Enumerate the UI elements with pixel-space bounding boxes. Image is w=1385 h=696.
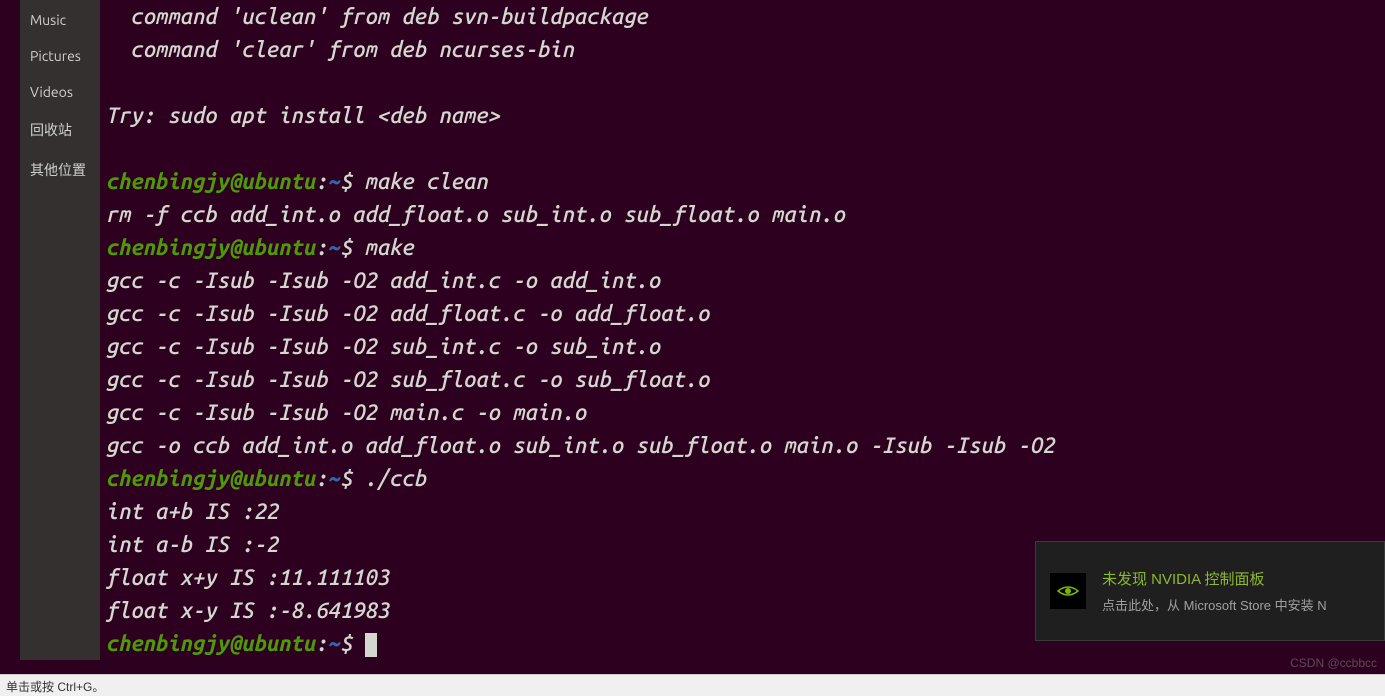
- sidebar-item-other-locations[interactable]: 其他位置: [20, 150, 100, 190]
- file-sidebar: Music Pictures Videos 回收站 其他位置: [20, 0, 100, 660]
- prompt-path: ~: [328, 631, 340, 656]
- terminal-line: command 'clear' from deb ncurses-bin: [106, 33, 1379, 66]
- terminal-line: gcc -c -Isub -Isub -O2 add_int.c -o add_…: [106, 264, 1379, 297]
- terminal-line: chenbingjy@ubuntu:~$ ./ccb: [106, 462, 1379, 495]
- terminal-line: command 'uclean' from deb svn-buildpacka…: [106, 0, 1379, 33]
- sidebar-item-pictures[interactable]: Pictures: [20, 38, 100, 74]
- launcher-strip: [0, 0, 20, 660]
- sidebar-item-videos[interactable]: Videos: [20, 74, 100, 110]
- sidebar-item-label: Music: [30, 12, 66, 28]
- watermark: CSDN @ccbbcc: [1290, 656, 1377, 670]
- prompt-command: ./ccb: [365, 466, 427, 491]
- status-text: 单击或按 Ctrl+G。: [6, 680, 104, 694]
- prompt-command: make clean: [365, 169, 488, 194]
- sidebar-item-label: Videos: [30, 84, 73, 100]
- nvidia-notification[interactable]: 未发现 NVIDIA 控制面板 点击此处，从 Microsoft Store 中…: [1035, 541, 1385, 641]
- prompt-user: chenbingjy@ubuntu: [106, 631, 315, 656]
- terminal-line: gcc -c -Isub -Isub -O2 sub_int.c -o sub_…: [106, 330, 1379, 363]
- terminal-line: rm -f ccb add_int.o add_float.o sub_int.…: [106, 198, 1379, 231]
- terminal-line: gcc -c -Isub -Isub -O2 main.c -o main.o: [106, 396, 1379, 429]
- status-bar: 单击或按 Ctrl+G。: [0, 674, 1385, 696]
- prompt-user: chenbingjy@ubuntu: [106, 169, 315, 194]
- prompt-path: ~: [328, 466, 340, 491]
- notification-body: 点击此处，从 Microsoft Store 中安装 N: [1102, 595, 1370, 614]
- notification-text: 未发现 NVIDIA 控制面板 点击此处，从 Microsoft Store 中…: [1102, 568, 1370, 614]
- terminal-line: [106, 132, 1379, 165]
- prompt-user: chenbingjy@ubuntu: [106, 235, 315, 260]
- notification-title: 未发现 NVIDIA 控制面板: [1102, 568, 1370, 589]
- nvidia-icon: [1050, 573, 1086, 609]
- sidebar-item-music[interactable]: Music: [20, 2, 100, 38]
- prompt-path: ~: [328, 169, 340, 194]
- terminal-line: chenbingjy@ubuntu:~$ make: [106, 231, 1379, 264]
- prompt-command: make: [365, 235, 414, 260]
- sidebar-item-trash[interactable]: 回收站: [20, 110, 100, 150]
- terminal-cursor: [365, 633, 377, 657]
- sidebar-item-label: 其他位置: [30, 160, 86, 180]
- sidebar-item-label: Pictures: [30, 48, 81, 64]
- terminal-line: int a+b IS :22: [106, 495, 1379, 528]
- sidebar-item-label: 回收站: [30, 120, 72, 140]
- terminal-line: gcc -c -Isub -Isub -O2 sub_float.c -o su…: [106, 363, 1379, 396]
- prompt-user: chenbingjy@ubuntu: [106, 466, 315, 491]
- prompt-path: ~: [328, 235, 340, 260]
- terminal-line: chenbingjy@ubuntu:~$ make clean: [106, 165, 1379, 198]
- terminal-line: [106, 66, 1379, 99]
- terminal-line: Try: sudo apt install <deb name>: [106, 99, 1379, 132]
- terminal-line: gcc -c -Isub -Isub -O2 add_float.c -o ad…: [106, 297, 1379, 330]
- terminal-line: gcc -o ccb add_int.o add_float.o sub_int…: [106, 429, 1379, 462]
